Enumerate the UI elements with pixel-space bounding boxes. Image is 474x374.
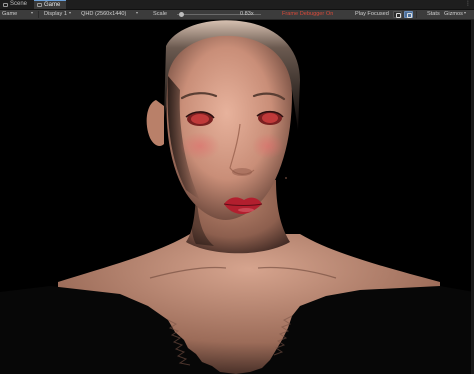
play-mode-dropdown[interactable]: Play Focused — [355, 10, 395, 19]
game-toolbar: Game Display 1 QHD (2560x1440) Scale 0.8… — [0, 10, 474, 20]
gizmos-button[interactable]: Gizmos — [444, 10, 466, 19]
tab-game[interactable]: Game — [34, 0, 66, 9]
chevron-down-icon — [136, 12, 139, 14]
toolbar-divider — [416, 11, 417, 18]
display-mode-label: Game — [2, 11, 18, 17]
display-label: Display 1 — [44, 11, 68, 17]
scale-value: 0.83x — [240, 11, 254, 17]
game-icon — [37, 3, 42, 7]
tab-scene-label: Scene — [10, 1, 28, 7]
scale-label: Scale — [153, 11, 167, 17]
more-menu-icon[interactable]: ⋮ — [465, 1, 471, 8]
tab-bar: Scene Game ⋮ — [0, 0, 474, 10]
game-viewport[interactable] — [0, 20, 474, 374]
stats-button[interactable]: Stats — [427, 10, 440, 19]
chevron-down-icon — [69, 12, 72, 14]
gizmos-label: Gizmos — [444, 11, 463, 17]
play-mode-label: Play Focused — [355, 11, 389, 17]
rendered-character — [0, 20, 474, 374]
display-mode-dropdown[interactable]: Game — [2, 10, 34, 19]
chevron-down-icon — [463, 12, 466, 14]
resolution-dropdown[interactable]: QHD (2560x1440) — [81, 10, 139, 19]
scale-slider-thumb[interactable] — [179, 12, 184, 17]
toolbar-divider — [38, 11, 39, 18]
tab-scene[interactable]: Scene — [0, 0, 33, 9]
resolution-label: QHD (2560x1440) — [81, 11, 127, 17]
scene-icon — [3, 2, 8, 7]
display-dropdown[interactable]: Display 1 — [44, 10, 72, 19]
mute-audio-icon[interactable] — [393, 11, 402, 18]
vsync-icon[interactable] — [404, 11, 413, 18]
tab-game-label: Game — [44, 1, 61, 8]
chevron-down-icon — [31, 12, 34, 14]
frame-debugger-status: Frame Debugger On — [282, 11, 334, 17]
